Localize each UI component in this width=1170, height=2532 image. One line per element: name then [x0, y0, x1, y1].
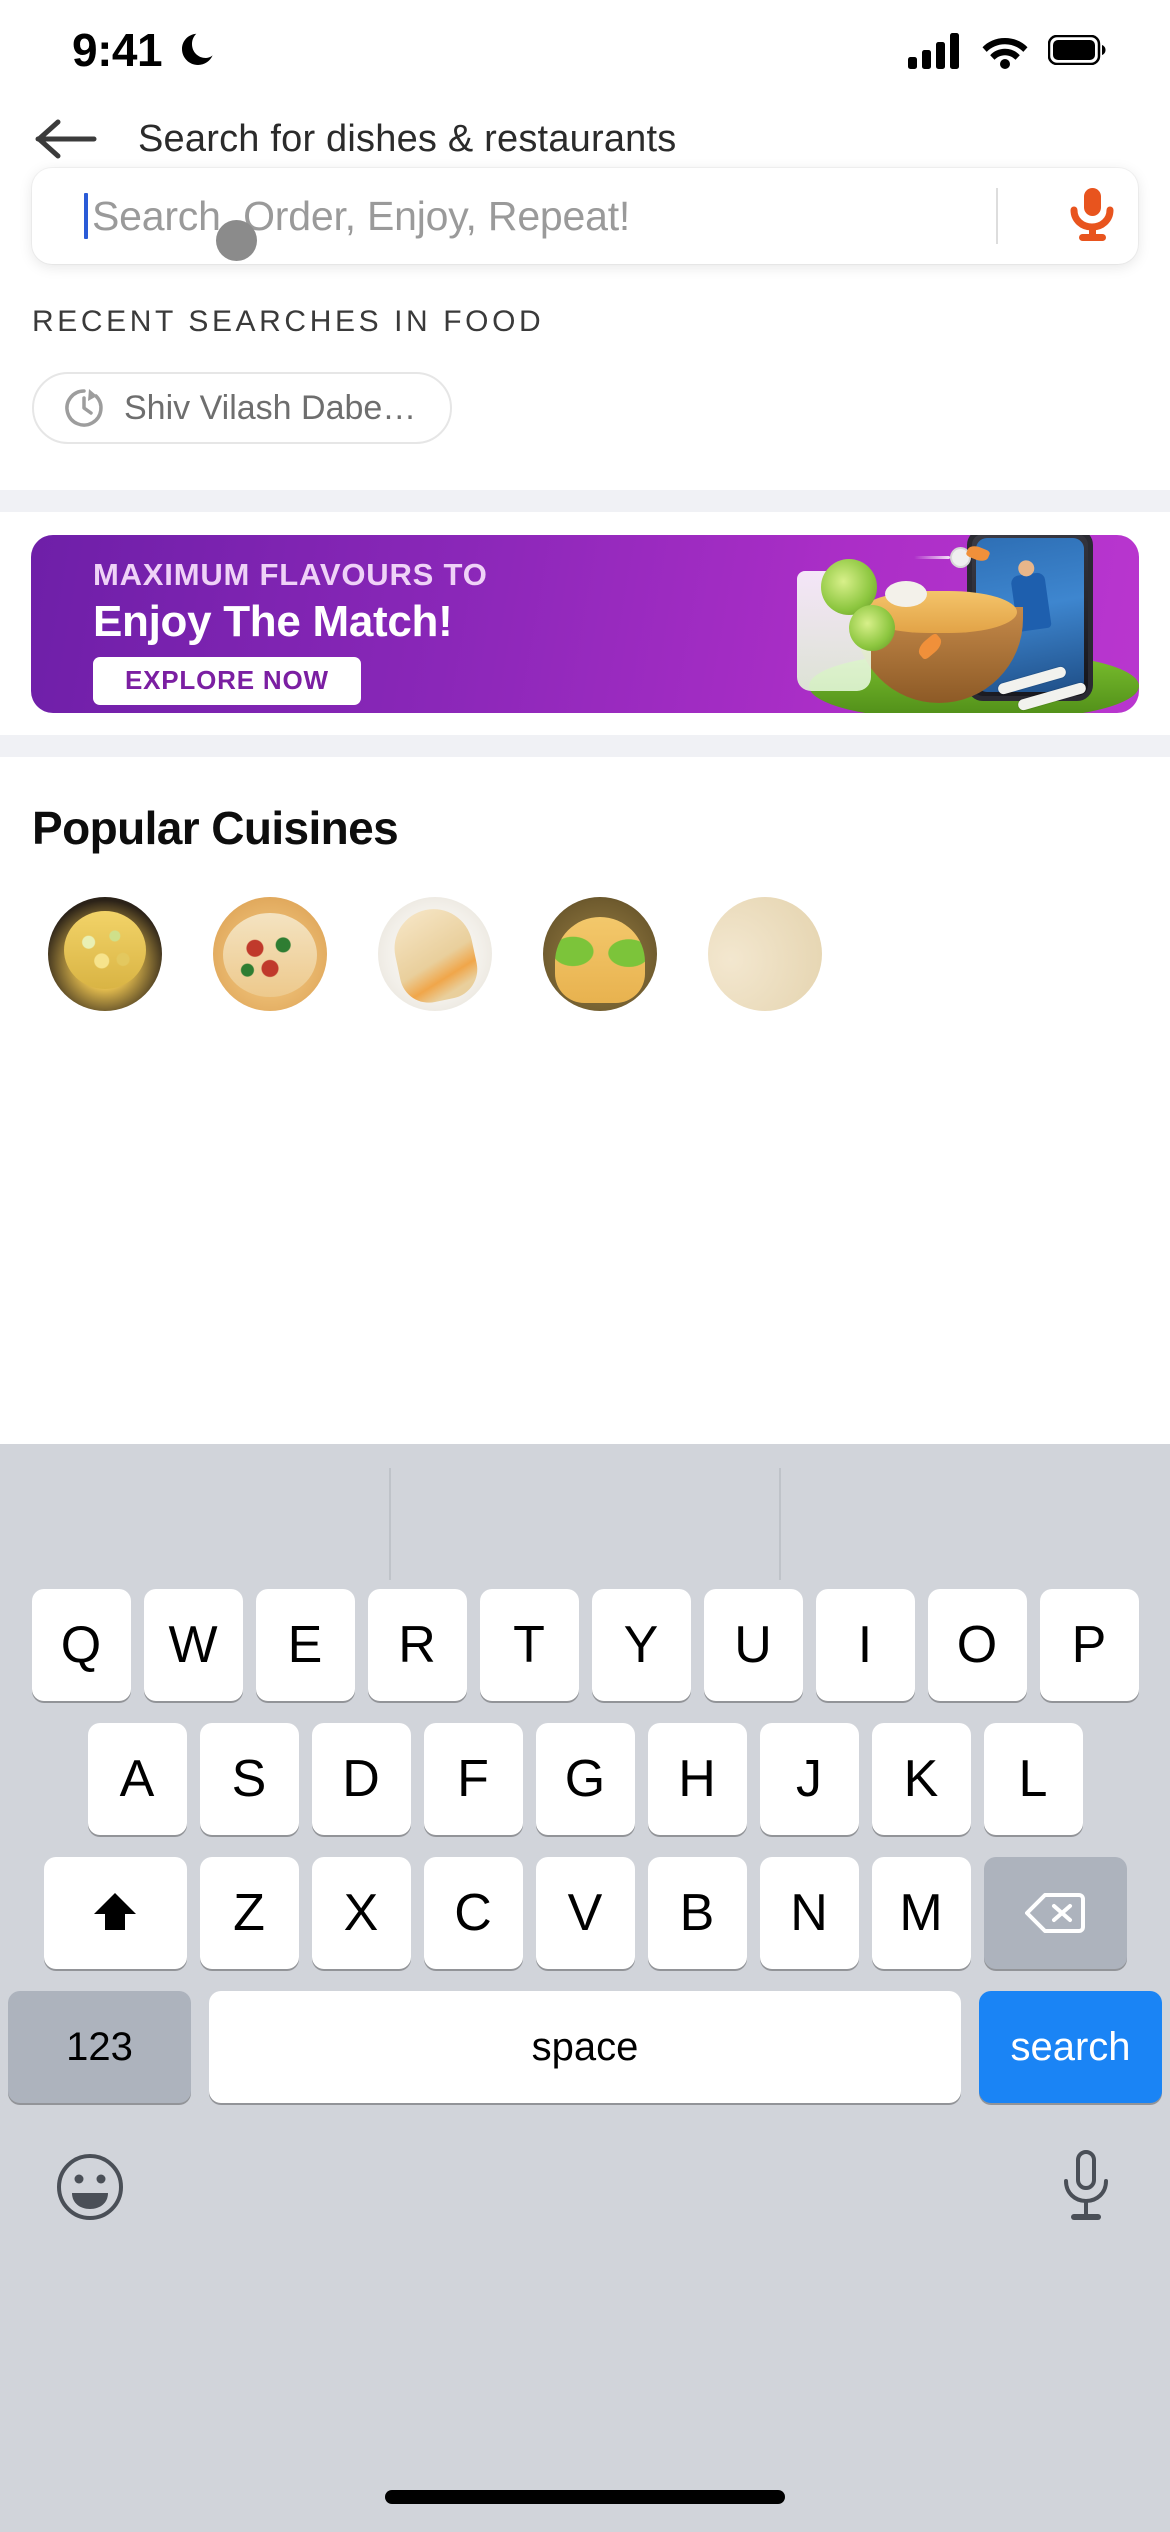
key-h[interactable]: H [647, 1723, 747, 1835]
banner-title: Enjoy The Match! [93, 596, 453, 646]
history-clock-icon [65, 389, 103, 427]
key-y[interactable]: Y [591, 1589, 691, 1701]
banner-cta-button[interactable]: EXPLORE NOW [93, 656, 361, 705]
key-z[interactable]: Z [199, 1857, 299, 1969]
key-w[interactable]: W [143, 1589, 243, 1701]
backspace-delete-icon [1025, 1893, 1085, 1933]
biryani-image [48, 897, 162, 1011]
key-d[interactable]: D [311, 1723, 411, 1835]
banner-kicker: MAXIMUM FLAVOURS TO [93, 556, 488, 592]
dictation-button[interactable] [1056, 2147, 1116, 2232]
recent-searches-label: RECENT SEARCHES IN FOOD [32, 305, 545, 338]
status-bar-left: 9:41 [72, 23, 216, 77]
on-screen-keyboard[interactable]: Q W E R T Y U I O P A S D F G H J K L Z … [0, 1444, 1170, 2532]
search-key[interactable]: search [979, 1991, 1162, 2103]
suggestion-divider-2 [779, 1468, 781, 1580]
key-j[interactable]: J [759, 1723, 859, 1835]
recent-search-label: Shiv Vilash Dabe… [124, 388, 417, 427]
key-q[interactable]: Q [31, 1589, 131, 1701]
key-o[interactable]: O [927, 1589, 1027, 1701]
key-v[interactable]: V [535, 1857, 635, 1969]
key-b[interactable]: B [647, 1857, 747, 1969]
key-x[interactable]: X [311, 1857, 411, 1969]
keyboard-row-2: A S D F G H J K L [0, 1723, 1170, 1835]
status-bar-time: 9:41 [72, 24, 163, 76]
partial-cuisine-image [708, 897, 822, 1011]
microphone-icon [1070, 188, 1114, 241]
banner-stumps [991, 665, 1111, 711]
key-t[interactable]: T [479, 1589, 579, 1701]
emoji-smiley-icon [57, 2154, 123, 2220]
status-bar-right [908, 31, 1106, 69]
keyboard-row-4: 123 space search [0, 1991, 1170, 2103]
section-divider-bottom [0, 735, 1170, 757]
popular-cuisines-title: Popular Cuisines [32, 802, 399, 854]
cuisine-item-burger[interactable] [543, 897, 708, 1011]
app-screen: 9:41 Search for dishes & restaurants Sea… [0, 0, 1170, 2532]
backspace-key[interactable] [983, 1857, 1127, 1969]
battery-full-icon [1048, 35, 1106, 65]
shift-up-arrow-icon [94, 1893, 136, 1930]
section-divider-top [0, 490, 1170, 512]
keyboard-bottom-bar [0, 2103, 1170, 2303]
home-indicator-bar [385, 2490, 785, 2504]
pizza-image [213, 897, 327, 1011]
key-r[interactable]: R [367, 1589, 467, 1701]
key-l[interactable]: L [983, 1723, 1083, 1835]
key-s[interactable]: S [199, 1723, 299, 1835]
key-i[interactable]: I [815, 1589, 915, 1701]
key-m[interactable]: M [871, 1857, 971, 1969]
popular-cuisines-section: Popular Cuisines [0, 757, 1170, 1011]
numbers-key[interactable]: 123 [8, 1991, 191, 2103]
key-c[interactable]: C [423, 1857, 523, 1969]
voice-search-button[interactable] [1046, 185, 1138, 247]
key-f[interactable]: F [423, 1723, 523, 1835]
banner-lime-slice-2 [849, 604, 895, 651]
banner-artwork [719, 534, 1139, 713]
banner-cta-label: EXPLORE NOW [125, 665, 329, 695]
crescent-moon-icon [182, 33, 213, 65]
emoji-button[interactable] [54, 2151, 126, 2228]
microphone-dictation-icon [1064, 2150, 1108, 2220]
key-g[interactable]: G [535, 1723, 635, 1835]
recent-searches-list: Shiv Vilash Dabe… [32, 372, 453, 444]
key-e[interactable]: E [255, 1589, 355, 1701]
cuisine-item-roll[interactable] [378, 897, 543, 1011]
recent-search-chip[interactable]: Shiv Vilash Dabe… [32, 372, 453, 444]
shift-key[interactable] [43, 1857, 187, 1969]
page-title: Search for dishes & restaurants [138, 117, 677, 160]
search-bar-container: Search, Order, Enjoy, Repeat! [32, 168, 1138, 264]
status-bar: 9:41 [0, 0, 1170, 100]
key-p[interactable]: P [1039, 1589, 1139, 1701]
promo-banner-section: MAXIMUM FLAVOURS TO Enjoy The Match! EXP… [0, 512, 1170, 735]
burger-image [543, 897, 657, 1011]
cellular-signal-icon [908, 33, 959, 69]
cuisine-list[interactable] [0, 897, 1170, 1011]
key-k[interactable]: K [871, 1723, 971, 1835]
keyboard-row-3: Z X C V B N M [0, 1857, 1170, 1969]
back-button[interactable] [12, 114, 122, 164]
cuisine-item-pizza[interactable] [213, 897, 378, 1011]
search-bar[interactable]: Search, Order, Enjoy, Repeat! [32, 168, 1138, 264]
roll-image [378, 897, 492, 1011]
predictive-suggestion-bar[interactable] [0, 1444, 1170, 1589]
search-divider [996, 188, 998, 244]
key-n[interactable]: N [759, 1857, 859, 1969]
text-cursor [84, 193, 88, 239]
wifi-icon [982, 38, 1028, 69]
cuisine-item-biryani[interactable] [48, 897, 213, 1011]
space-key[interactable]: space [209, 1991, 961, 2103]
suggestion-divider-1 [389, 1468, 391, 1580]
promo-banner[interactable]: MAXIMUM FLAVOURS TO Enjoy The Match! EXP… [31, 534, 1139, 713]
cuisine-item-partial[interactable] [708, 897, 873, 1011]
key-u[interactable]: U [703, 1589, 803, 1701]
back-arrow-icon [35, 119, 97, 159]
key-a[interactable]: A [87, 1723, 187, 1835]
keyboard-row-1: Q W E R T Y U I O P [0, 1589, 1170, 1701]
touch-indicator [216, 220, 257, 261]
